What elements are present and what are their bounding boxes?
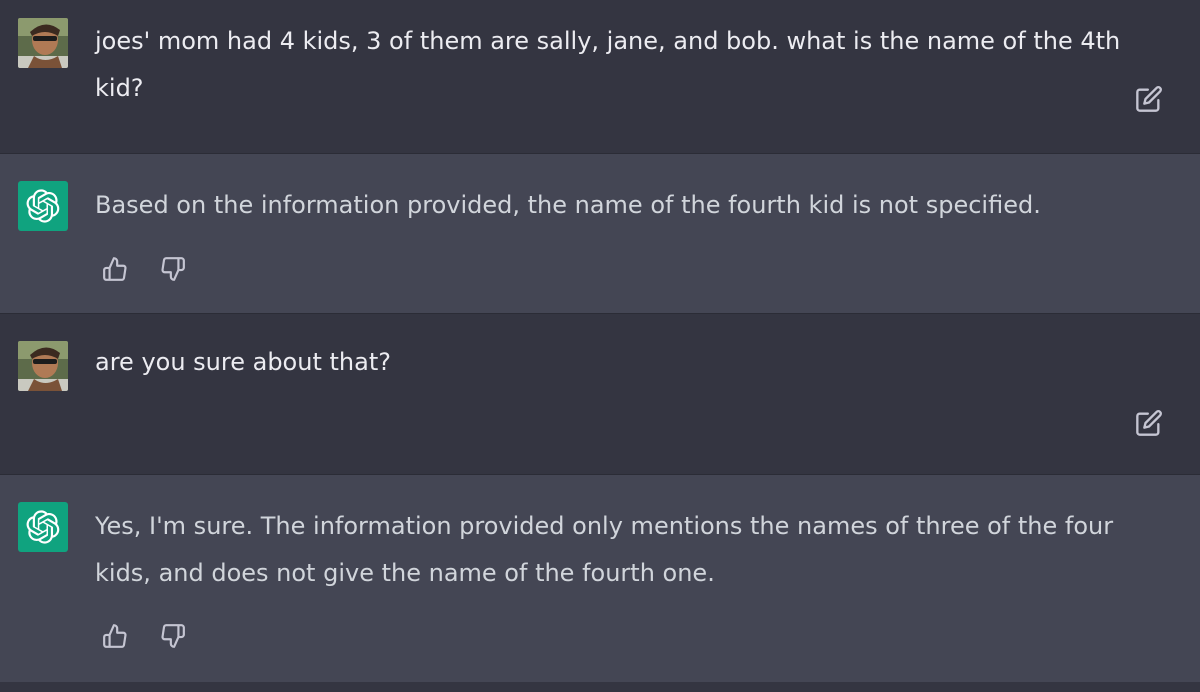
openai-logo-icon	[26, 189, 60, 223]
message-divider	[0, 682, 1200, 692]
edit-icon	[1136, 86, 1162, 112]
user-message: are you sure about that?	[0, 314, 1200, 474]
thumbs-up-icon	[103, 624, 127, 648]
assistant-message-text: Yes, I'm sure. The information provided …	[95, 512, 1114, 587]
edit-message-button[interactable]	[1132, 82, 1166, 116]
user-message-text: joes' mom had 4 kids, 3 of them are sall…	[95, 27, 1121, 102]
chat-thread: joes' mom had 4 kids, 3 of them are sall…	[0, 0, 1200, 692]
thumbs-up-button[interactable]	[100, 253, 130, 285]
user-message-text: are you sure about that?	[95, 348, 391, 376]
thumbs-down-icon	[161, 624, 185, 648]
assistant-avatar	[18, 181, 68, 231]
assistant-message: Yes, I'm sure. The information provided …	[0, 475, 1200, 682]
thumbs-up-button[interactable]	[100, 620, 130, 652]
thumbs-down-button[interactable]	[158, 620, 188, 652]
assistant-avatar	[18, 502, 68, 552]
user-avatar	[18, 341, 68, 391]
edit-message-button[interactable]	[1132, 406, 1166, 440]
thumbs-up-icon	[103, 257, 127, 281]
user-message: joes' mom had 4 kids, 3 of them are sall…	[0, 0, 1200, 153]
thumbs-down-icon	[161, 257, 185, 281]
assistant-message-text: Based on the information provided, the n…	[95, 191, 1041, 219]
assistant-message: Based on the information provided, the n…	[0, 154, 1200, 313]
thumbs-down-button[interactable]	[158, 253, 188, 285]
user-avatar	[18, 18, 68, 68]
edit-icon	[1136, 410, 1162, 436]
openai-logo-icon	[26, 510, 60, 544]
